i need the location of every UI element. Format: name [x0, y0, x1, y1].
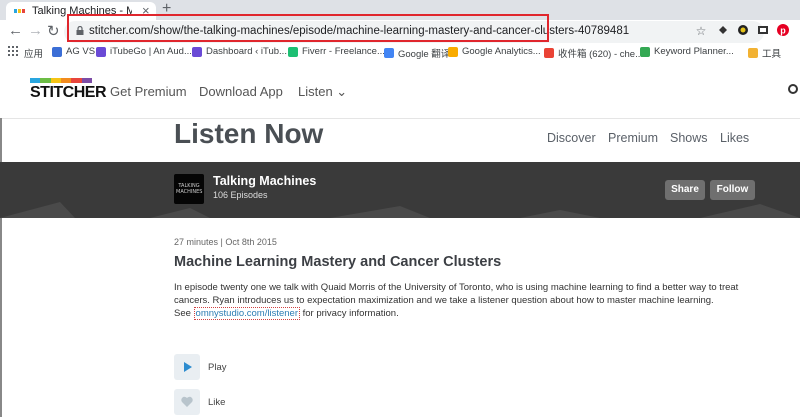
folder-icon — [748, 48, 758, 58]
bookmark-item[interactable]: 工具 — [748, 46, 781, 60]
forward-button[interactable]: → — [28, 22, 43, 39]
page-title: Listen Now — [174, 118, 324, 149]
back-button[interactable]: ← — [8, 22, 23, 39]
pinterest-icon[interactable]: p — [776, 24, 790, 38]
bookmarks-bar: 应用 AG VS iTubeGo | An Aud... Dashboard ‹… — [0, 44, 800, 63]
nav-listen-dropdown[interactable]: Listen ⌄ — [298, 84, 347, 100]
privacy-suffix: for privacy information. — [302, 308, 399, 319]
play-icon — [174, 354, 200, 380]
site-header: STITCHER Get Premium Download App Listen… — [0, 62, 800, 119]
tab-premium[interactable]: Premium — [608, 131, 658, 145]
stitcher-logo[interactable]: STITCHER — [30, 78, 107, 102]
play-label: Play — [208, 362, 227, 373]
bookmark-icon — [640, 46, 650, 57]
follow-button[interactable]: Follow — [710, 180, 755, 200]
logo-color-bars — [30, 78, 92, 83]
bookmark-item[interactable]: iTubeGo | An Aud... — [96, 46, 192, 57]
episode-meta: 27 minutes | Oct 8th 2015 — [174, 237, 277, 247]
show-artwork[interactable]: TALKING MACHINES — [174, 174, 204, 204]
bookmark-icon — [288, 46, 298, 57]
like-label: Like — [208, 397, 226, 408]
privacy-link[interactable]: omnystudio.com/listener — [193, 307, 300, 320]
star-bookmark-icon[interactable]: ☆ — [694, 24, 708, 38]
bookmark-item[interactable]: 收件箱 (620) - che... — [544, 46, 643, 60]
logo-text: STITCHER — [30, 84, 107, 101]
bookmark-item[interactable]: Dashboard ‹ iTub... — [192, 46, 287, 57]
artwork-text: TALKING MACHINES — [176, 183, 203, 195]
episode-title: Machine Learning Mastery and Cancer Clus… — [174, 254, 502, 270]
tab-discover[interactable]: Discover — [547, 131, 596, 145]
bookmark-icon — [52, 46, 62, 57]
extension-icon[interactable] — [736, 24, 750, 38]
bookmark-icon — [544, 48, 554, 58]
heart-icon — [174, 389, 200, 415]
bookmark-icon — [192, 46, 202, 57]
bookmark-item[interactable]: Keyword Planner... — [640, 46, 734, 57]
share-button[interactable]: Share — [665, 180, 705, 200]
search-icon[interactable] — [788, 84, 798, 94]
nav-download-app[interactable]: Download App — [199, 84, 283, 99]
reload-button[interactable]: ↻ — [47, 22, 60, 40]
bookmark-item[interactable]: AG VS — [52, 46, 95, 57]
bookmark-icon — [448, 46, 458, 57]
apps-grid-icon[interactable] — [8, 46, 18, 56]
extension-icon[interactable] — [716, 24, 730, 38]
privacy-line: See omnystudio.com/listener for privacy … — [174, 307, 734, 320]
tab-shows[interactable]: Shows — [670, 131, 708, 145]
privacy-prefix: See — [174, 308, 191, 319]
episode-description: In episode twenty one we talk with Quaid… — [174, 281, 739, 320]
show-name[interactable]: Talking Machines — [213, 174, 316, 188]
bookmark-item[interactable]: Fiverr - Freelance... — [288, 46, 385, 57]
description-line: In episode twenty one we talk with Quaid… — [174, 282, 739, 293]
bookmark-item[interactable]: Google 翻译 — [384, 46, 450, 60]
bookmark-icon — [96, 46, 106, 57]
svg-text:p: p — [780, 26, 786, 36]
bookmark-item[interactable]: Google Analytics... — [448, 46, 541, 57]
episode-count: 106 Episodes — [213, 190, 268, 200]
like-button[interactable]: Like — [174, 389, 294, 415]
bookmark-icon — [384, 48, 394, 58]
extension-icon[interactable] — [756, 24, 770, 38]
nav-get-premium[interactable]: Get Premium — [110, 84, 187, 99]
tab-likes[interactable]: Likes — [720, 131, 749, 145]
stitcher-favicon-icon — [14, 7, 26, 15]
play-button[interactable]: Play — [174, 354, 294, 380]
bookmark-item[interactable]: 应用 — [24, 46, 43, 60]
show-banner: TALKING MACHINES Talking Machines 106 Ep… — [0, 162, 800, 218]
url-highlight-box — [67, 14, 549, 42]
description-line: cancers. Ryan introduces us to expectati… — [174, 295, 714, 306]
